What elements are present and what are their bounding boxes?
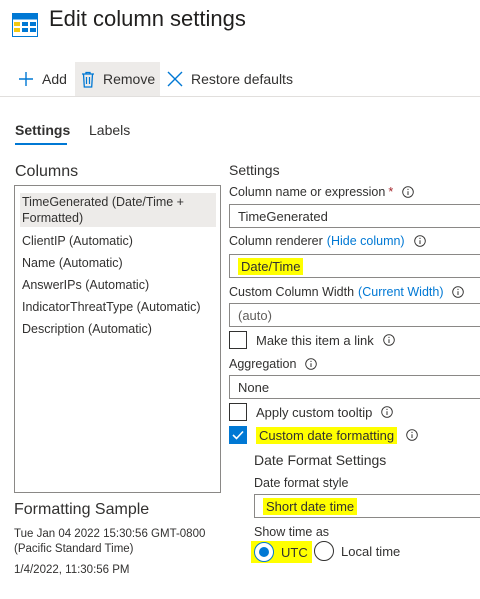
column-renderer-label-text: Column renderer	[229, 234, 323, 248]
list-item-name[interactable]: Name (Automatic)	[20, 255, 216, 271]
list-item-timegenerated[interactable]: TimeGenerated (Date/Time + Formatted)	[20, 193, 216, 227]
info-icon[interactable]	[402, 186, 414, 198]
custom-tooltip-checkbox-row[interactable]: Apply custom tooltip	[229, 403, 394, 421]
info-icon[interactable]	[413, 235, 426, 247]
formatting-sample-line3: 1/4/2022, 11:30:56 PM	[14, 564, 130, 576]
list-item-indicatorthreattype[interactable]: IndicatorThreatType (Automatic)	[20, 299, 216, 315]
table-grid-icon	[12, 13, 38, 37]
date-format-style-label: Date format style	[254, 476, 349, 490]
tab-labels[interactable]: Labels	[89, 122, 130, 138]
info-icon[interactable]	[381, 406, 394, 418]
date-format-settings-heading: Date Format Settings	[254, 452, 387, 468]
restore-defaults-button[interactable]: Restore defaults	[163, 62, 293, 96]
page-title: Edit column settings	[49, 6, 246, 31]
formatting-sample-line1: Tue Jan 04 2022 15:30:56 GMT-0800	[14, 528, 206, 540]
formatting-sample-heading: Formatting Sample	[14, 501, 150, 518]
custom-date-formatting-checkbox[interactable]	[229, 426, 247, 444]
info-icon[interactable]	[383, 334, 395, 346]
make-link-label: Make this item a link	[256, 332, 374, 348]
list-item-description[interactable]: Description (Automatic)	[20, 321, 216, 337]
custom-tooltip-checkbox[interactable]	[229, 403, 247, 421]
hide-column-link[interactable]: (Hide column)	[327, 234, 405, 248]
settings-heading: Settings	[229, 162, 280, 178]
plus-icon	[19, 72, 33, 86]
radio-utc-circle[interactable]	[254, 542, 274, 562]
make-link-checkbox[interactable]	[229, 331, 247, 349]
add-button[interactable]: Add	[12, 62, 74, 96]
current-width-link[interactable]: (Current Width)	[358, 285, 443, 299]
remove-button[interactable]: Remove	[75, 62, 160, 96]
close-x-icon	[167, 71, 183, 87]
info-icon[interactable]	[305, 358, 318, 370]
formatting-sample-line2: (Pacific Standard Time)	[14, 543, 134, 555]
tab-settings[interactable]: Settings	[15, 122, 70, 138]
column-renderer-dropdown[interactable]: Date/Time	[229, 254, 480, 278]
date-format-style-dropdown[interactable]: Short date time	[254, 494, 480, 518]
custom-width-label-text: Custom Column Width	[229, 285, 355, 299]
columns-list[interactable]: TimeGenerated (Date/Time + Formatted) Cl…	[14, 185, 221, 493]
trash-icon	[82, 71, 94, 88]
column-name-value: TimeGenerated	[238, 208, 328, 224]
add-button-label: Add	[42, 71, 67, 87]
radio-utc-label: UTC	[281, 544, 308, 560]
column-name-input[interactable]: TimeGenerated	[229, 204, 480, 228]
tab-selected-indicator	[15, 143, 67, 145]
aggregation-dropdown[interactable]: None	[229, 375, 480, 399]
columns-heading: Columns	[15, 163, 79, 180]
radio-local-time-label: Local time	[341, 543, 401, 559]
radio-local-time-circle[interactable]	[314, 541, 334, 561]
custom-tooltip-label: Apply custom tooltip	[256, 404, 373, 420]
remove-button-label: Remove	[103, 71, 156, 87]
list-item-clientip[interactable]: ClientIP (Automatic)	[20, 233, 216, 249]
show-time-as-label: Show time as	[254, 525, 330, 539]
date-format-style-value: Short date time	[263, 497, 358, 515]
radio-utc-highlight: UTC	[251, 541, 312, 563]
list-item-answerips[interactable]: AnswerIPs (Automatic)	[20, 277, 216, 293]
info-icon[interactable]	[452, 286, 465, 298]
custom-date-formatting-label: Custom date formatting	[256, 426, 398, 444]
aggregation-value: None	[238, 379, 270, 395]
toolbar-divider	[0, 96, 480, 97]
custom-width-placeholder: (auto)	[238, 307, 272, 323]
column-name-label: Column name or expression *	[229, 185, 414, 199]
custom-width-input[interactable]: (auto)	[229, 303, 480, 327]
column-name-label-text: Column name or expression	[229, 185, 386, 199]
info-icon[interactable]	[406, 429, 418, 441]
checkmark-icon	[232, 430, 244, 440]
radio-utc[interactable]: UTC	[251, 541, 312, 563]
make-link-checkbox-row[interactable]: Make this item a link	[229, 331, 395, 349]
restore-defaults-label: Restore defaults	[191, 71, 293, 87]
custom-width-label: Custom Column Width (Current Width)	[229, 285, 465, 299]
aggregation-label: Aggregation	[229, 357, 318, 371]
required-marker: *	[388, 185, 394, 199]
column-renderer-label: Column renderer (Hide column)	[229, 234, 426, 248]
custom-date-formatting-checkbox-row[interactable]: Custom date formatting	[229, 426, 418, 444]
aggregation-label-text: Aggregation	[229, 357, 297, 371]
radio-local-time[interactable]: Local time	[314, 541, 400, 561]
column-renderer-value: Date/Time	[238, 257, 304, 275]
